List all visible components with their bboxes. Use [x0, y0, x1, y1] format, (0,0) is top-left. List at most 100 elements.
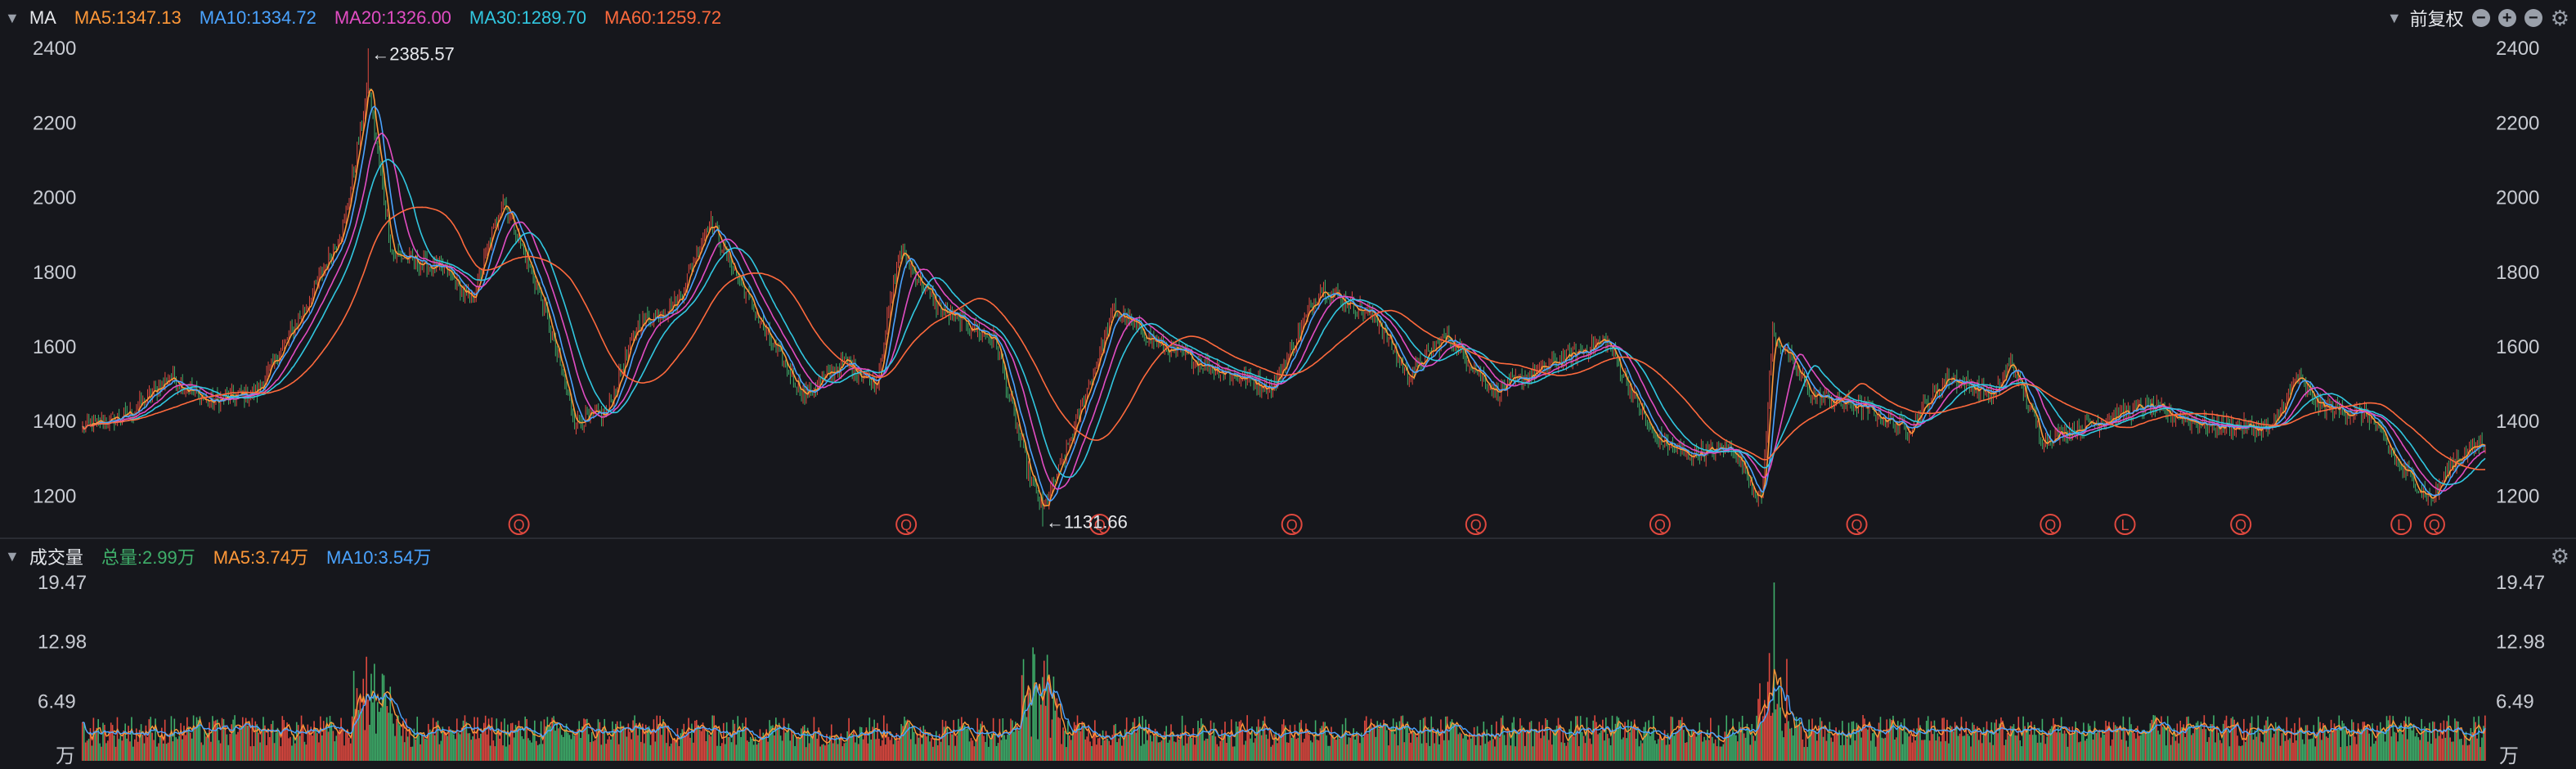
collapse-icon[interactable]: −	[2524, 9, 2542, 27]
volume-bar	[1322, 722, 1325, 761]
volume-bar	[963, 725, 966, 761]
volume-bar	[683, 723, 685, 761]
volume-bar	[432, 717, 434, 761]
ma-legend: ▼ MA MA5:1347.13 MA10:1334.72 MA20:1326.…	[5, 2, 739, 34]
volume-bar	[1537, 732, 1539, 761]
settings-gear-icon[interactable]: ⚙	[2551, 6, 2569, 31]
volume-bar	[327, 731, 330, 761]
volume-bar	[2111, 739, 2113, 761]
volume-bar	[2102, 730, 2103, 761]
volume-bar	[1946, 719, 1948, 761]
volume-bar	[2349, 745, 2351, 761]
event-markers[interactable]: QQQQQQQQLQLQ	[508, 514, 2445, 535]
volume-title[interactable]: 成交量	[29, 543, 83, 569]
event-marker[interactable]: Q	[1851, 517, 1863, 533]
volume-bar	[2232, 717, 2234, 761]
volume-bar	[164, 719, 166, 761]
volume-bar	[1641, 743, 1644, 761]
volume-bar	[1581, 731, 1583, 761]
volume-bar	[1524, 745, 1526, 761]
volume-bar	[140, 724, 142, 761]
volume-bar	[477, 717, 478, 761]
candlestick-series[interactable]	[82, 48, 2486, 527]
volume-bar	[507, 724, 509, 761]
volume-bar	[1695, 736, 1698, 761]
volume-bar	[899, 735, 900, 761]
event-marker[interactable]: Q	[2429, 517, 2440, 533]
volume-bar	[383, 675, 385, 761]
volume-bar	[1779, 707, 1782, 761]
volume-bar	[2110, 745, 2112, 761]
volume-bar	[727, 736, 729, 761]
volume-bar	[635, 723, 637, 761]
volume-bar	[210, 741, 212, 761]
volume-bar	[335, 735, 338, 761]
volume-bar	[2265, 720, 2267, 761]
zoom-out-icon[interactable]: −	[2471, 9, 2490, 27]
indicator-name[interactable]: MA	[29, 7, 56, 29]
event-marker[interactable]: Q	[2235, 517, 2246, 533]
volume-bar	[232, 719, 234, 761]
event-marker[interactable]: Q	[1470, 517, 1482, 533]
volume-bar	[1865, 728, 1867, 761]
volume-bar	[855, 742, 856, 761]
volume-bar	[1243, 744, 1245, 761]
collapse-caret-icon[interactable]: ▼	[5, 10, 20, 27]
event-marker[interactable]: Q	[514, 517, 525, 533]
volume-bar	[2090, 731, 2093, 761]
volume-collapse-caret-icon[interactable]: ▼	[5, 548, 20, 565]
volume-bar	[2367, 724, 2369, 761]
volume-bar	[2394, 731, 2396, 761]
event-marker[interactable]: L	[2397, 517, 2405, 533]
volume-bar	[243, 725, 245, 761]
zoom-in-icon[interactable]: +	[2497, 9, 2516, 27]
volume-bar	[1859, 727, 1861, 761]
event-marker[interactable]: Q	[2044, 517, 2056, 533]
volume-bar	[892, 744, 895, 761]
volume-bar	[1416, 737, 1418, 761]
volume-bar	[352, 671, 355, 761]
adjust-dropdown-icon[interactable]: ▼	[2387, 10, 2402, 27]
volume-bar	[1546, 719, 1548, 761]
volume-bar	[1906, 733, 1909, 761]
adjust-mode-select[interactable]: 前复权	[2410, 5, 2464, 31]
volume-bar	[2165, 745, 2167, 761]
volume-bar	[1467, 740, 1469, 761]
volume-bar	[273, 743, 276, 761]
volume-bar	[2120, 739, 2123, 761]
volume-bar	[718, 729, 720, 761]
volume-bar	[2421, 718, 2423, 761]
volume-bar	[132, 746, 134, 761]
volume-bar	[1205, 738, 1207, 761]
volume-bar	[1062, 727, 1064, 761]
volume-bar	[151, 732, 153, 761]
volume-bar	[1039, 694, 1040, 761]
event-marker[interactable]: Q	[1286, 517, 1298, 533]
volume-bar	[1327, 745, 1329, 761]
volume-bar	[1527, 730, 1529, 761]
volume-bar	[1945, 740, 1946, 761]
volume-bar	[1151, 741, 1153, 761]
volume-bar	[1844, 734, 1847, 761]
volume-bar	[1952, 731, 1954, 761]
volume-bar	[1683, 730, 1685, 761]
event-marker[interactable]: Q	[900, 517, 912, 533]
volume-bar	[305, 744, 307, 761]
volume-settings-gear-icon[interactable]: ⚙	[2551, 544, 2569, 569]
event-marker[interactable]: L	[2121, 517, 2129, 533]
volume-bar	[2460, 739, 2462, 761]
volume-bar	[2147, 732, 2150, 761]
volume-bar	[348, 737, 350, 761]
volume-bar	[1118, 738, 1120, 761]
volume-bar	[2301, 739, 2304, 761]
volume-bar	[445, 731, 447, 761]
volume-bar	[423, 735, 424, 761]
volume-bar	[694, 720, 696, 761]
volume-bar	[2222, 723, 2224, 761]
volume-bar	[1759, 683, 1761, 761]
event-marker[interactable]: Q	[1654, 517, 1666, 533]
volume-bar	[240, 726, 242, 761]
volume-bar	[597, 719, 599, 761]
volume-bar	[546, 717, 549, 761]
volume-bar	[1530, 721, 1533, 761]
